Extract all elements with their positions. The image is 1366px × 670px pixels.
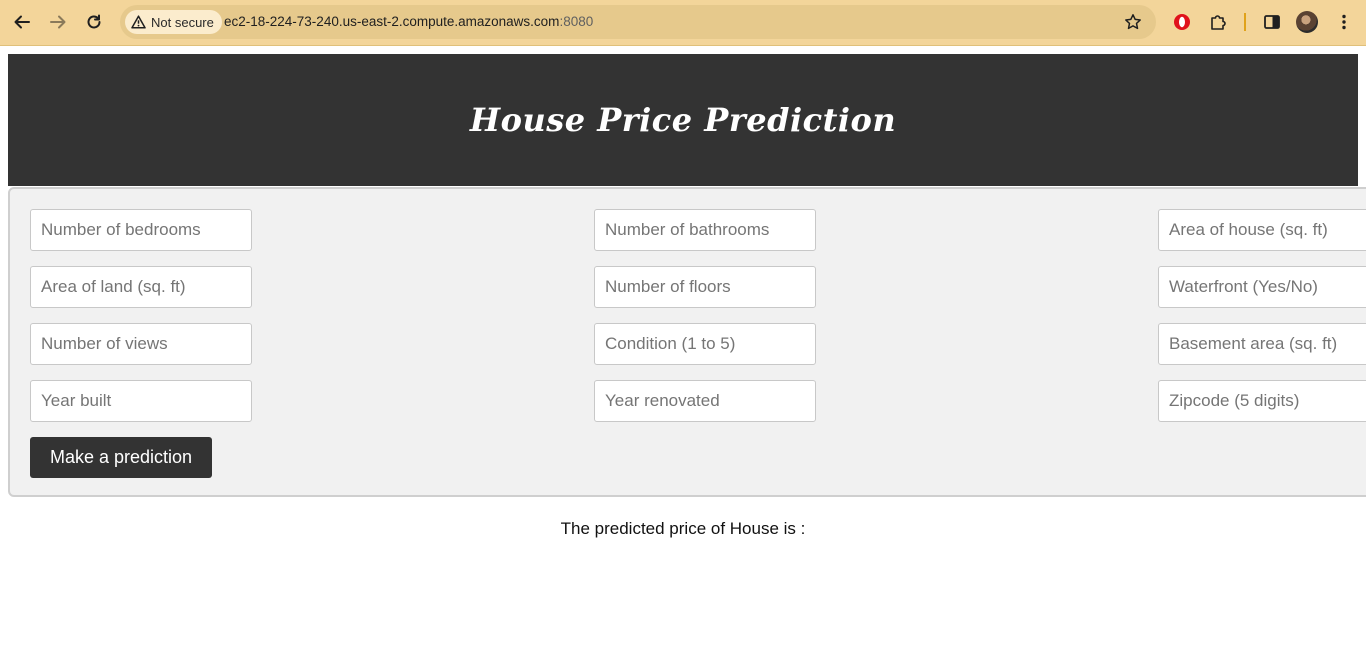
- more-menu-icon[interactable]: [1330, 8, 1358, 36]
- year-built-input[interactable]: [30, 380, 252, 422]
- bookmark-star-icon[interactable]: [1124, 13, 1142, 36]
- security-label: Not secure: [151, 14, 214, 30]
- side-panel-icon[interactable]: [1258, 8, 1286, 36]
- land-area-input[interactable]: [30, 266, 252, 308]
- opera-extension-icon[interactable]: [1168, 8, 1196, 36]
- year-renovated-input[interactable]: [594, 380, 816, 422]
- floors-input[interactable]: [594, 266, 816, 308]
- views-input[interactable]: [30, 323, 252, 365]
- url-host: ec2-18-224-73-240.us-east-2.compute.amaz…: [224, 14, 560, 29]
- back-arrow-icon[interactable]: [8, 8, 36, 36]
- bathrooms-input[interactable]: [594, 209, 816, 251]
- site-security-chip[interactable]: Not secure: [125, 10, 222, 34]
- toolbar-separator: [1244, 13, 1246, 31]
- prediction-form: Make a prediction: [8, 187, 1366, 497]
- reload-icon[interactable]: [80, 8, 108, 36]
- page-title: House Price Prediction: [469, 101, 897, 139]
- extensions-puzzle-icon[interactable]: [1204, 8, 1232, 36]
- url-port: :8080: [559, 14, 594, 29]
- forward-arrow-icon[interactable]: [44, 8, 72, 36]
- house-area-input[interactable]: [1158, 209, 1366, 251]
- bedrooms-input[interactable]: [30, 209, 252, 251]
- make-prediction-button[interactable]: Make a prediction: [30, 437, 212, 478]
- condition-input[interactable]: [594, 323, 816, 365]
- waterfront-input[interactable]: [1158, 266, 1366, 308]
- url-text[interactable]: ec2-18-224-73-240.us-east-2.compute.amaz…: [224, 14, 593, 29]
- profile-avatar[interactable]: [1296, 11, 1318, 33]
- prediction-result: The predicted price of House is :: [560, 519, 806, 538]
- basement-area-input[interactable]: [1158, 323, 1366, 365]
- address-bar[interactable]: Not secure ec2-18-224-73-240.us-east-2.c…: [120, 5, 1156, 39]
- browser-toolbar: Not secure ec2-18-224-73-240.us-east-2.c…: [0, 0, 1366, 46]
- page-header: House Price Prediction: [8, 54, 1358, 186]
- warning-triangle-icon: [131, 15, 146, 29]
- zipcode-input[interactable]: [1158, 380, 1366, 422]
